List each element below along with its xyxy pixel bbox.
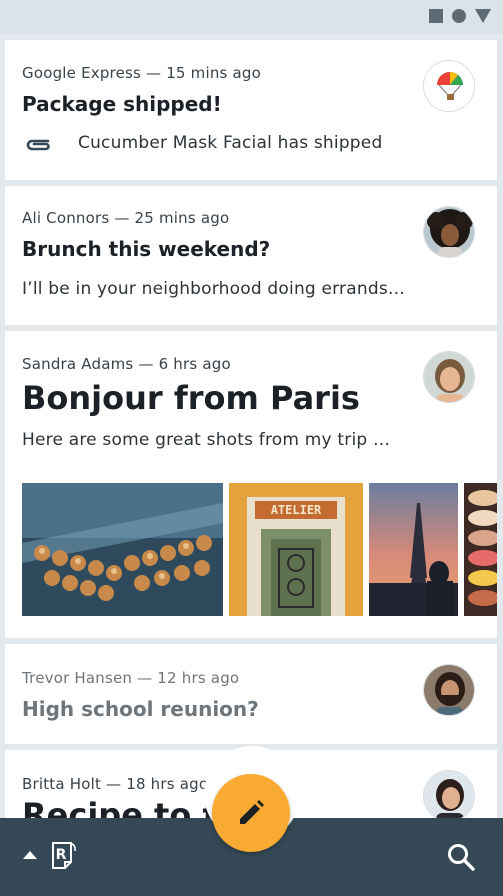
email-time: 15 mins ago	[166, 64, 262, 82]
email-card[interactable]: Sandra Adams — 6 hrs ago Bonjour from Pa…	[5, 331, 497, 638]
britta-holt-photo	[424, 771, 474, 821]
email-subject: Brunch this weekend?	[22, 237, 271, 261]
photo[interactable]	[369, 483, 458, 616]
avatar[interactable]	[423, 770, 475, 822]
caret-up-icon[interactable]	[23, 851, 37, 859]
sender-name: Ali Connors	[22, 209, 110, 227]
compose-button[interactable]	[212, 774, 290, 852]
eiffel-tower-photo	[369, 483, 458, 616]
trevor-hansen-photo	[424, 665, 474, 715]
email-subject: Bonjour from Paris	[22, 379, 360, 417]
search-icon[interactable]	[446, 842, 476, 872]
pencil-icon	[240, 800, 264, 824]
email-preview: Cucumber Mask Facial has shipped	[78, 133, 383, 153]
svg-text:R: R	[56, 847, 67, 863]
sender-name: Sandra Adams	[22, 355, 134, 373]
email-meta: Britta Holt — 18 hrs ago	[22, 775, 209, 793]
sandra-adams-photo	[424, 352, 474, 402]
email-meta: Sandra Adams — 6 hrs ago	[22, 355, 231, 373]
email-meta: Trevor Hansen — 12 hrs ago	[22, 669, 240, 687]
email-time: 12 hrs ago	[157, 669, 240, 687]
avatar[interactable]	[423, 351, 475, 403]
circle-icon	[452, 9, 466, 23]
pastries-photo	[22, 483, 223, 616]
email-time: 18 hrs ago	[126, 775, 209, 793]
email-card[interactable]: Google Express — 15 mins ago Package shi…	[5, 40, 497, 180]
google-express-logo	[424, 61, 474, 111]
email-meta: Ali Connors — 25 mins ago	[22, 209, 230, 227]
ali-connors-photo	[424, 207, 474, 257]
avatar[interactable]	[423, 60, 475, 112]
email-preview: I’ll be in your neighborhood doing erran…	[22, 279, 406, 299]
reply-logo-icon[interactable]: R	[48, 840, 80, 872]
triangle-icon	[475, 9, 491, 23]
email-preview: Here are some great shots from my trip …	[22, 430, 391, 450]
square-icon	[429, 9, 443, 23]
email-subject: High school reunion?	[22, 697, 259, 721]
macarons-photo	[464, 483, 497, 616]
email-subject: Package shipped!	[22, 92, 222, 116]
email-meta: Google Express — 15 mins ago	[22, 64, 262, 82]
photo[interactable]: ATELIER	[229, 483, 363, 616]
email-card[interactable]: Ali Connors — 25 mins ago Brunch this we…	[5, 186, 497, 325]
status-bar	[0, 0, 503, 34]
atelier-door-photo: ATELIER	[229, 483, 363, 616]
avatar[interactable]	[423, 206, 475, 258]
avatar[interactable]	[423, 664, 475, 716]
photo[interactable]	[464, 483, 497, 616]
sender-name: Britta Holt	[22, 775, 102, 793]
email-time: 25 mins ago	[134, 209, 230, 227]
photo[interactable]	[22, 483, 223, 616]
sign-text: ATELIER	[271, 503, 322, 517]
attachment-icon	[24, 136, 54, 158]
sender-name: Trevor Hansen	[22, 669, 133, 687]
sender-name: Google Express	[22, 64, 142, 82]
email-card[interactable]: Trevor Hansen — 12 hrs ago High school r…	[5, 644, 497, 744]
email-time: 6 hrs ago	[158, 355, 231, 373]
